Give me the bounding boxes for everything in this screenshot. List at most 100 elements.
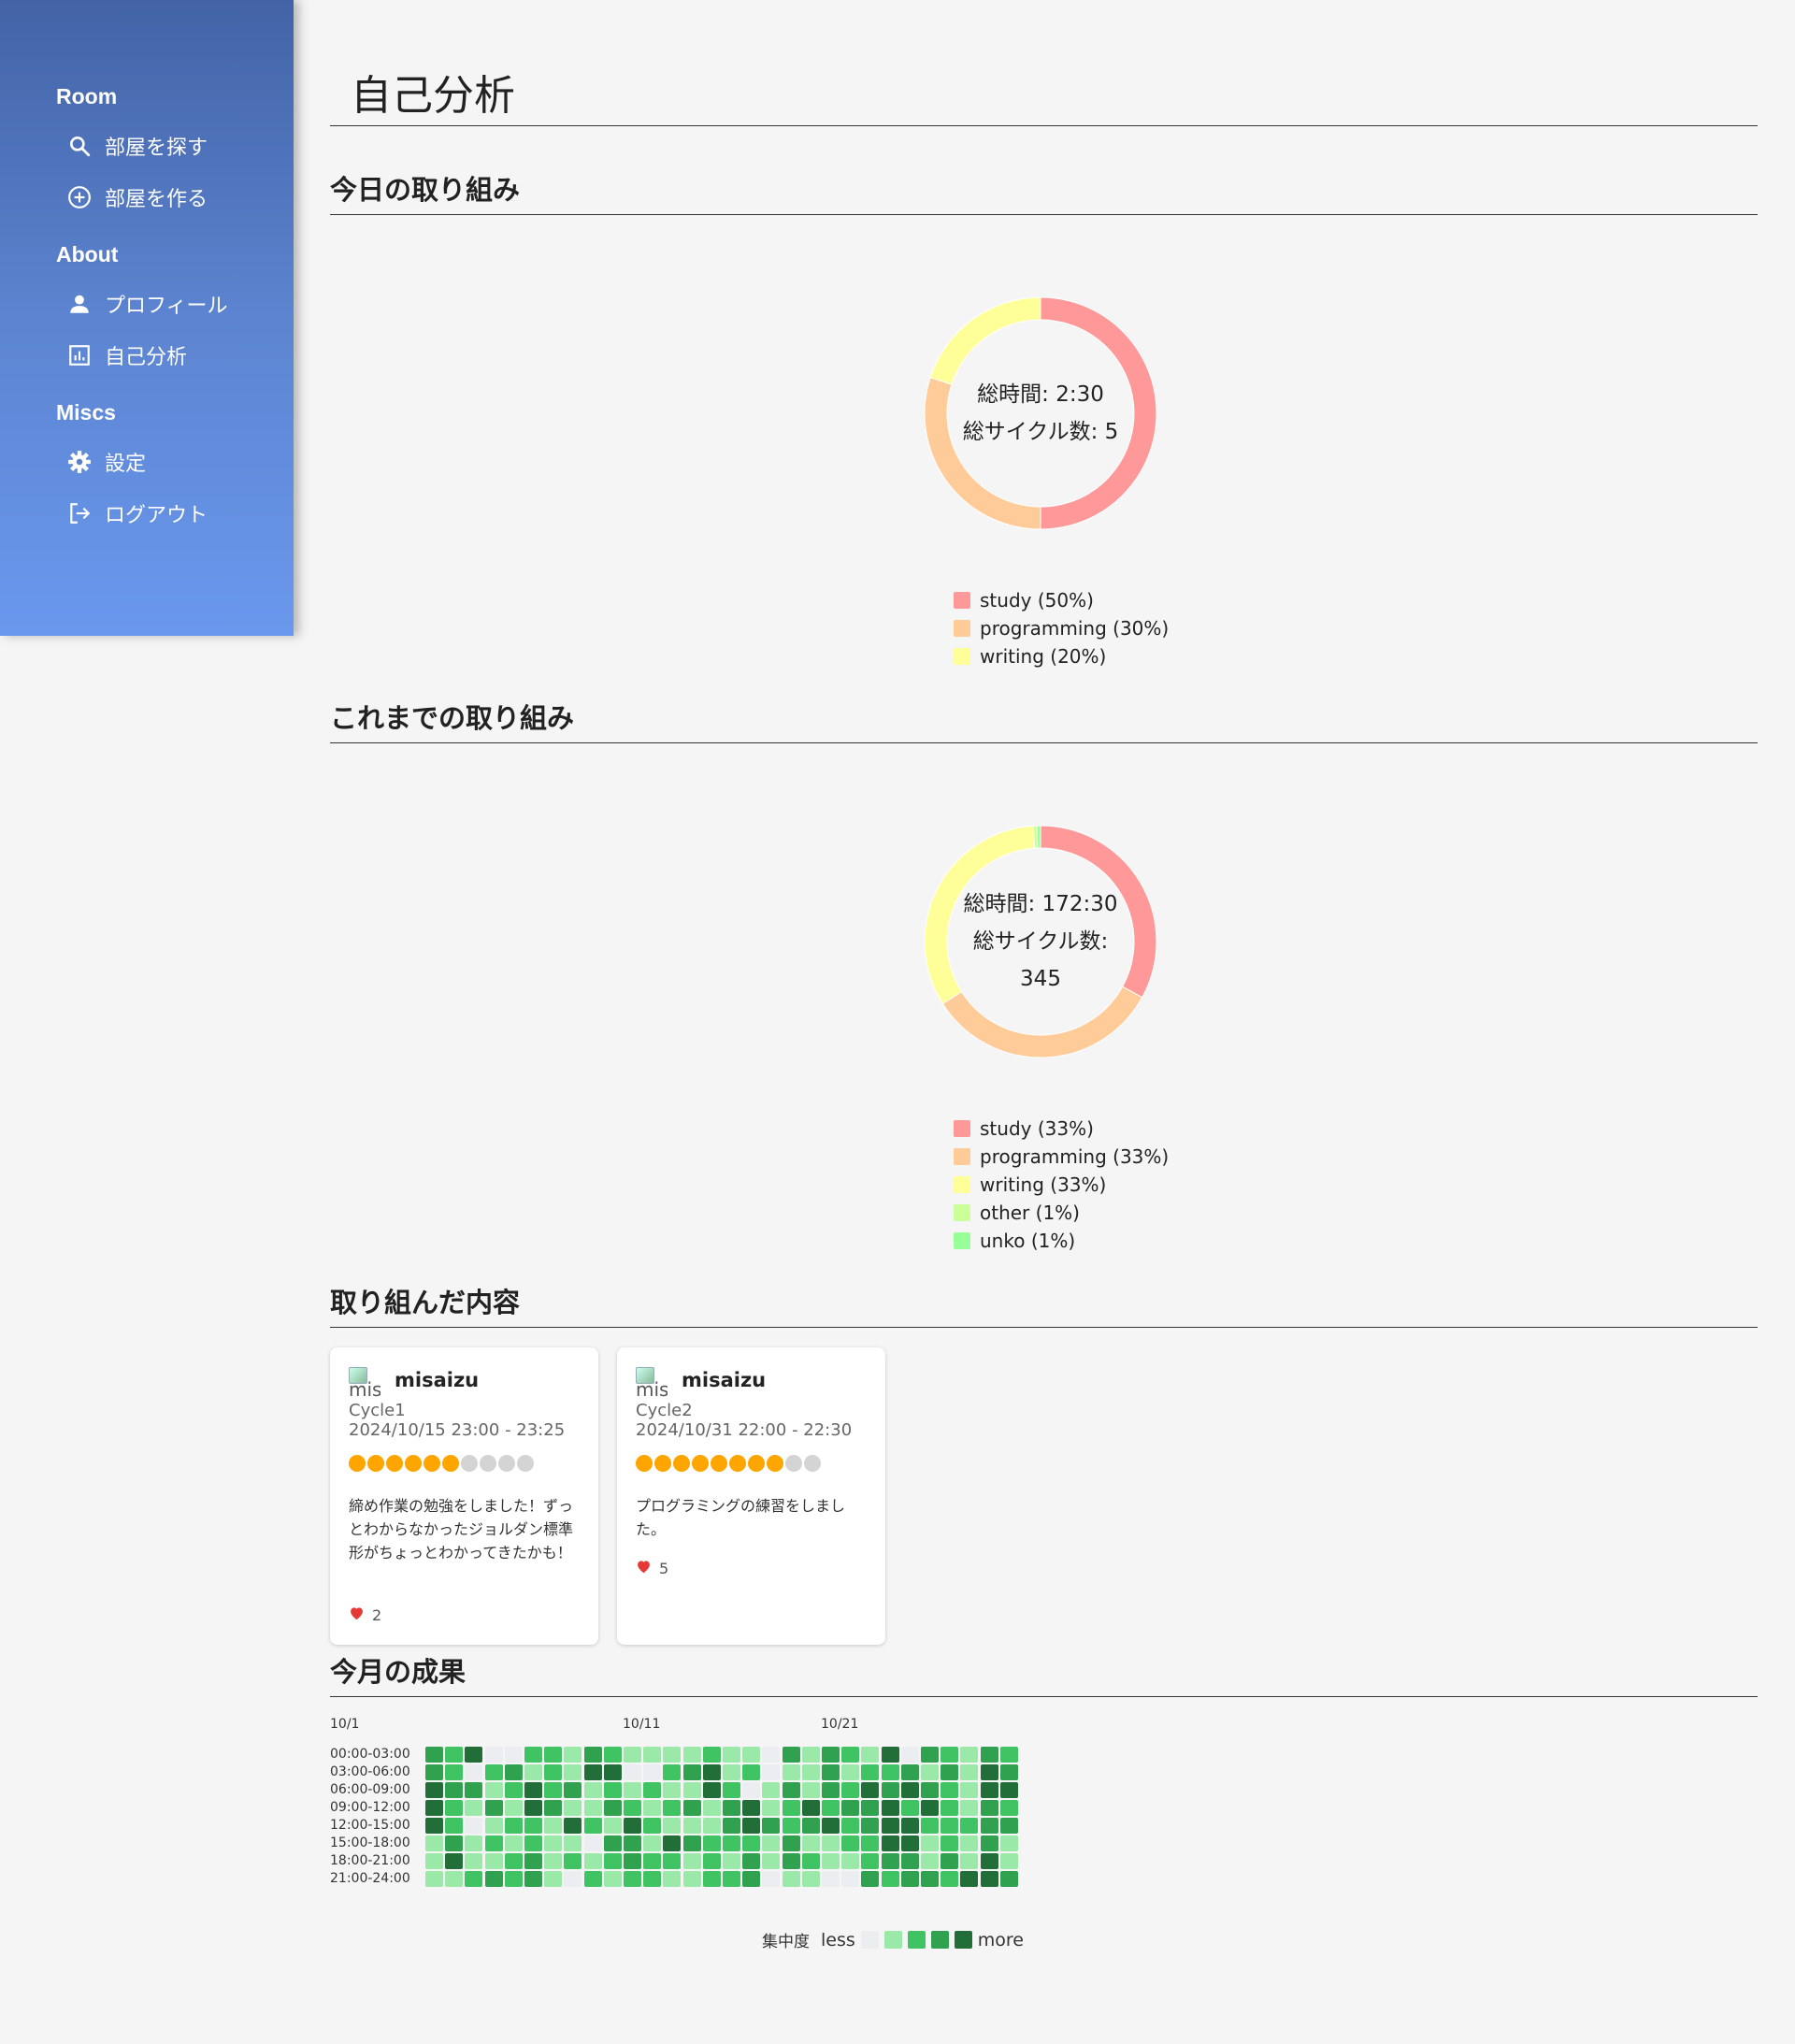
- heatmap-cell[interactable]: [504, 1764, 523, 1780]
- heatmap-cell[interactable]: [861, 1853, 880, 1869]
- legend-entry[interactable]: study (33%): [954, 1115, 1169, 1143]
- heatmap-cell[interactable]: [742, 1747, 761, 1763]
- post-username[interactable]: misaizu: [682, 1369, 766, 1391]
- heatmap-cell[interactable]: [742, 1853, 761, 1869]
- heatmap-cell[interactable]: [583, 1800, 602, 1816]
- heatmap-cell[interactable]: [624, 1853, 641, 1869]
- heatmap-cell[interactable]: [782, 1782, 800, 1798]
- heatmap-cell[interactable]: [564, 1871, 582, 1887]
- heatmap-cell[interactable]: [742, 1800, 761, 1816]
- heatmap-cell[interactable]: [603, 1800, 622, 1816]
- heatmap-cell[interactable]: [921, 1747, 939, 1763]
- heatmap-cell[interactable]: [782, 1764, 800, 1780]
- heatmap-cell[interactable]: [822, 1871, 840, 1887]
- like-button[interactable]: 2: [349, 1605, 381, 1624]
- heatmap-cell[interactable]: [544, 1747, 563, 1763]
- heatmap-cell[interactable]: [425, 1800, 443, 1816]
- heatmap-cell[interactable]: [999, 1747, 1018, 1763]
- heatmap-cell[interactable]: [921, 1853, 939, 1869]
- heatmap-cell[interactable]: [682, 1800, 701, 1816]
- heatmap-cell[interactable]: [603, 1835, 622, 1851]
- heatmap-cell[interactable]: [465, 1818, 483, 1834]
- heatmap-cell[interactable]: [841, 1818, 860, 1834]
- heatmap-cell[interactable]: [504, 1782, 523, 1798]
- heatmap-cell[interactable]: [723, 1747, 740, 1763]
- heatmap-cell[interactable]: [484, 1818, 503, 1834]
- heatmap-cell[interactable]: [822, 1853, 840, 1869]
- heatmap-cell[interactable]: [801, 1853, 820, 1869]
- heatmap-cell[interactable]: [663, 1871, 682, 1887]
- heatmap-cell[interactable]: [980, 1800, 998, 1816]
- heatmap-cell[interactable]: [603, 1747, 622, 1763]
- heatmap-cell[interactable]: [960, 1818, 979, 1834]
- legend-entry[interactable]: study (50%): [954, 586, 1169, 614]
- heatmap-cell[interactable]: [583, 1835, 602, 1851]
- heatmap-cell[interactable]: [723, 1800, 740, 1816]
- heatmap-cell[interactable]: [624, 1747, 641, 1763]
- heatmap-cell[interactable]: [524, 1853, 542, 1869]
- heatmap-cell[interactable]: [702, 1800, 721, 1816]
- heatmap-cell[interactable]: [465, 1871, 483, 1887]
- heatmap-cell[interactable]: [544, 1818, 563, 1834]
- heatmap-cell[interactable]: [504, 1818, 523, 1834]
- heatmap-cell[interactable]: [999, 1871, 1018, 1887]
- heatmap-cell[interactable]: [682, 1853, 701, 1869]
- heatmap-cell[interactable]: [425, 1871, 443, 1887]
- heatmap-cell[interactable]: [762, 1871, 781, 1887]
- heatmap-cell[interactable]: [900, 1764, 919, 1780]
- heatmap-cell[interactable]: [524, 1835, 542, 1851]
- heatmap-cell[interactable]: [980, 1764, 998, 1780]
- heatmap-cell[interactable]: [564, 1782, 582, 1798]
- heatmap-cell[interactable]: [861, 1835, 880, 1851]
- heatmap-cell[interactable]: [583, 1782, 602, 1798]
- heatmap-cell[interactable]: [999, 1782, 1018, 1798]
- heatmap-cell[interactable]: [643, 1818, 662, 1834]
- heatmap-cell[interactable]: [465, 1835, 483, 1851]
- heatmap-cell[interactable]: [941, 1835, 959, 1851]
- heatmap-cell[interactable]: [841, 1800, 860, 1816]
- heatmap-cell[interactable]: [723, 1782, 740, 1798]
- heatmap-cell[interactable]: [643, 1800, 662, 1816]
- heatmap-cell[interactable]: [643, 1747, 662, 1763]
- heatmap-cell[interactable]: [484, 1853, 503, 1869]
- heatmap-cell[interactable]: [643, 1764, 662, 1780]
- heatmap-cell[interactable]: [980, 1835, 998, 1851]
- heatmap-cell[interactable]: [445, 1747, 464, 1763]
- heatmap-cell[interactable]: [583, 1871, 602, 1887]
- heatmap-cell[interactable]: [484, 1800, 503, 1816]
- heatmap-cell[interactable]: [564, 1835, 582, 1851]
- avatar[interactable]: mis: [349, 1367, 381, 1399]
- post-card[interactable]: mis misaizu Cycle1 2024/10/15 23:00 - 23…: [330, 1347, 598, 1645]
- heatmap-cell[interactable]: [603, 1853, 622, 1869]
- heatmap-cell[interactable]: [564, 1764, 582, 1780]
- sidebar-item-analytics[interactable]: 自己分析: [67, 340, 187, 370]
- heatmap-cell[interactable]: [524, 1782, 542, 1798]
- heatmap-cell[interactable]: [583, 1764, 602, 1780]
- heatmap-cell[interactable]: [624, 1818, 641, 1834]
- heatmap-cell[interactable]: [583, 1747, 602, 1763]
- heatmap-cell[interactable]: [702, 1853, 721, 1869]
- heatmap-cell[interactable]: [999, 1818, 1018, 1834]
- heatmap-cell[interactable]: [484, 1835, 503, 1851]
- heatmap-cell[interactable]: [960, 1782, 979, 1798]
- heatmap-cell[interactable]: [822, 1782, 840, 1798]
- heatmap-cell[interactable]: [861, 1764, 880, 1780]
- heatmap-cell[interactable]: [544, 1800, 563, 1816]
- heatmap-cell[interactable]: [682, 1782, 701, 1798]
- heatmap-cell[interactable]: [425, 1764, 443, 1780]
- heatmap-cell[interactable]: [643, 1835, 662, 1851]
- heatmap-cell[interactable]: [544, 1782, 563, 1798]
- heatmap-cell[interactable]: [822, 1835, 840, 1851]
- heatmap-cell[interactable]: [801, 1764, 820, 1780]
- heatmap-cell[interactable]: [881, 1818, 899, 1834]
- heatmap-cell[interactable]: [624, 1782, 641, 1798]
- heatmap-cell[interactable]: [960, 1764, 979, 1780]
- heatmap-cell[interactable]: [663, 1747, 682, 1763]
- heatmap-cell[interactable]: [762, 1764, 781, 1780]
- heatmap-cell[interactable]: [603, 1871, 622, 1887]
- heatmap-cell[interactable]: [861, 1871, 880, 1887]
- heatmap-cell[interactable]: [921, 1764, 939, 1780]
- heatmap-cell[interactable]: [900, 1853, 919, 1869]
- heatmap-cell[interactable]: [841, 1764, 860, 1780]
- heatmap-cell[interactable]: [624, 1835, 641, 1851]
